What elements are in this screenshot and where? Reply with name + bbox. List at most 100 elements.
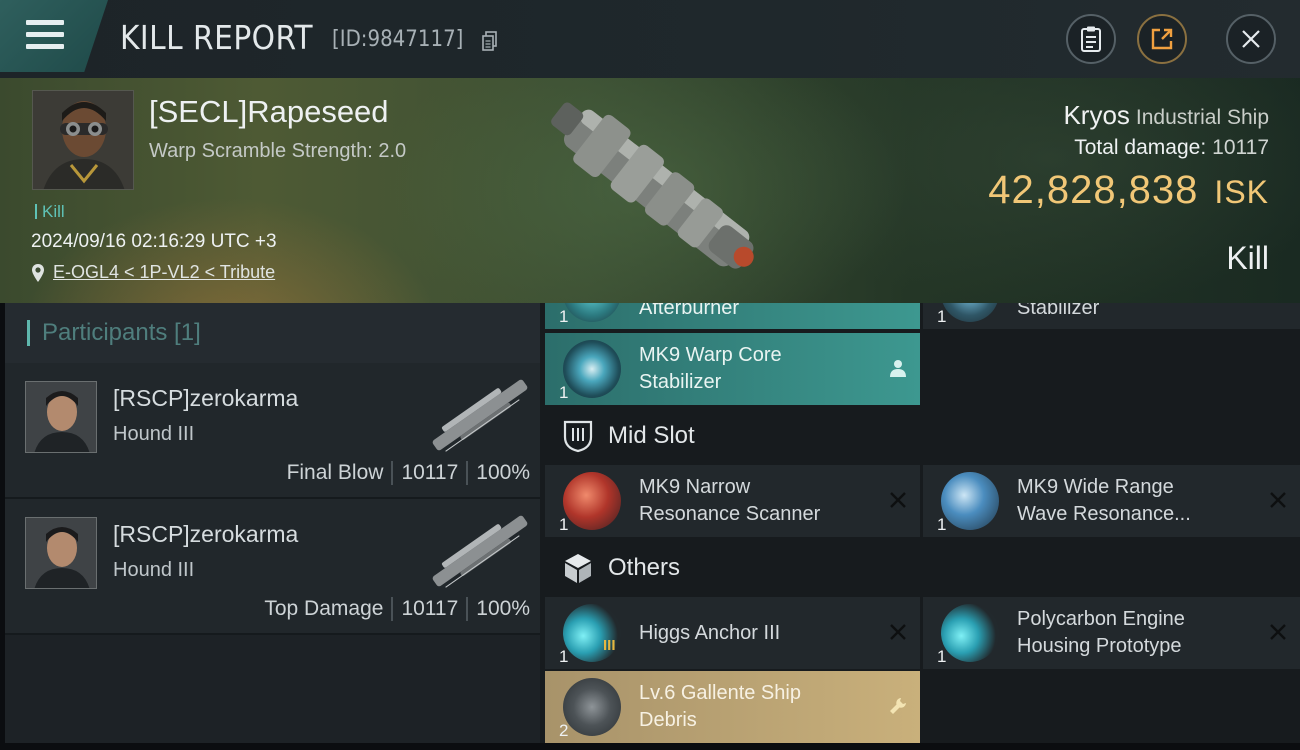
victim-avatar[interactable] [32,90,134,190]
module-name-line1: MK9 Warp Core [639,344,782,366]
participant-damage: 10117 [401,597,459,620]
others-label: Others [608,554,681,581]
participant-damage: 10117 [401,461,459,484]
participants-label: Participants [1] [42,319,201,346]
bottom-edge [0,743,1300,750]
fitted-modules-list: 1 Afterburner 1 Stabilizer 1 MK9 Warp Co… [540,303,1300,743]
warp-scramble-strength: Warp Scramble Strength: 2.0 [149,140,407,162]
module-name-line2: Wave Resonance... [1017,503,1191,525]
participant-ship: Hound III [113,423,195,445]
module-name: Stabilizer [1017,303,1100,319]
polycarbon-engine-housing-icon [941,604,999,662]
warp-core-stabilizer-icon [563,340,621,398]
location-link[interactable]: E-OGL4 < 1P-VL2 < Tribute [53,262,275,283]
wide-range-scanner-icon [941,472,999,530]
module-qty: 1 [559,383,569,402]
participant-avatar[interactable] [25,381,97,453]
module-qty: 1 [559,647,569,666]
participant-name[interactable]: [RSCP]zerokarma [113,521,298,548]
destroyed-x-icon [890,492,906,508]
victim-name[interactable]: [SECL]Rapeseed [149,94,389,130]
ship-name: Kryos [1063,100,1130,130]
outcome-label: Kill [1226,240,1269,276]
isk-unit: ISK [1214,174,1269,210]
module-name-line1: Polycarbon Engine [1017,608,1185,630]
participant-ship-render [432,379,528,452]
module-qty: 2 [559,721,569,740]
close-icon [1242,30,1260,48]
page-title: KILL REPORT [120,18,314,57]
module-slot[interactable]: 2 Lv.6 Gallente Ship Debris [545,671,920,743]
module-qty: 1 [937,647,947,666]
module-name-line1: MK9 Wide Range [1017,476,1174,498]
module-name: MK9 Narrow Resonance Scanner [639,474,889,528]
participant-percent: 100% [476,597,530,620]
clipboard-icon [1081,26,1101,52]
total-damage-value: 10117 [1212,136,1269,159]
module-name: Lv.6 Gallente Ship Debris [639,680,889,734]
module-slot[interactable]: 1 III Higgs Anchor III [545,597,920,669]
module-qty: 1 [559,515,569,534]
module-slot[interactable]: 1 MK9 Wide Range Wave Resonance... [923,465,1300,537]
kill-report-header: KILL REPORT [ID:9847117] [0,0,1300,78]
module-name: Higgs Anchor III [639,620,889,647]
isk-value: 42,828,838 ISK [988,168,1269,213]
total-damage-label: Total damage: [1074,136,1207,159]
participant-stats: Final Blow 10117 100% [287,461,530,485]
module-name-line1: Higgs Anchor III [639,622,781,644]
participant-name[interactable]: [RSCP]zerokarma [113,385,298,412]
cube-icon [565,554,591,583]
module-name: MK9 Warp Core Stabilizer [639,342,889,396]
module-slot[interactable]: 1 Stabilizer [923,303,1300,329]
participant-percent: 100% [476,461,530,484]
person-icon[interactable] [888,358,908,378]
participants-panel: Participants [1] [RSCP]zerokarma Hound I… [5,303,540,743]
report-id: [ID:9847117] [332,27,464,52]
victim-ship[interactable]: Kryos Industrial Ship [1063,100,1269,131]
participant-row[interactable]: [RSCP]zerokarma Hound III Final Blow 101… [5,363,540,499]
module-name-line1: Lv.6 Gallente Ship [639,682,801,704]
participant-role: Final Blow [286,461,384,484]
participant-stats: Top Damage 10117 100% [264,597,530,621]
others-header: Others [540,539,1300,597]
mid-slot-label: Mid Slot [608,422,695,449]
module-name-line2: Housing Prototype [1017,635,1182,657]
module-name-line2: Debris [639,709,697,731]
module-name: Afterburner [639,303,740,319]
participant-role: Top Damage [264,597,384,620]
destroyed-x-icon [1270,492,1286,508]
total-damage: Total damage: 10117 [1074,136,1269,160]
module-slot[interactable]: 1 Polycarbon Engine Housing Prototype [923,597,1300,669]
module-name-line2: Resonance Scanner [639,503,821,525]
ship-class: Industrial Ship [1135,106,1269,129]
destroyed-x-icon [890,624,906,640]
wrench-icon[interactable] [888,696,908,716]
close-button[interactable] [1226,14,1276,64]
ship-debris-icon [563,678,621,736]
mid-slot-header: Mid Slot [540,407,1300,465]
copy-icon[interactable] [482,31,498,51]
hamburger-menu-icon[interactable] [26,20,64,50]
mid-slot-shield-icon [563,420,593,453]
afterburner-icon [563,303,621,322]
module-slot[interactable]: 1 MK9 Warp Core Stabilizer [545,333,920,405]
module-qty: 1 [559,307,569,326]
participant-ship-render [432,515,528,588]
clipboard-button[interactable] [1066,14,1116,64]
stabilizer-icon [941,303,999,322]
participant-ship: Hound III [113,559,195,581]
module-name-line1: MK9 Narrow [639,476,751,498]
destroyed-x-icon [1270,624,1286,640]
tech-level-badge: III [603,637,616,654]
share-button[interactable] [1137,14,1187,64]
kill-datetime: 2024/09/16 02:16:29 UTC +3 [31,231,277,252]
kill-location: E-OGL4 < 1P-VL2 < Tribute [31,262,275,283]
module-slot[interactable]: 1 MK9 Narrow Resonance Scanner [545,465,920,537]
victim-banner: [SECL]Rapeseed Warp Scramble Strength: 2… [0,78,1300,303]
participant-row[interactable]: [RSCP]zerokarma Hound III Top Damage 101… [5,499,540,635]
participant-avatar[interactable] [25,517,97,589]
module-slot[interactable]: 1 Afterburner [545,303,920,329]
module-qty: 1 [937,515,947,534]
share-icon [1151,28,1173,50]
module-name-line2: Stabilizer [639,371,722,393]
